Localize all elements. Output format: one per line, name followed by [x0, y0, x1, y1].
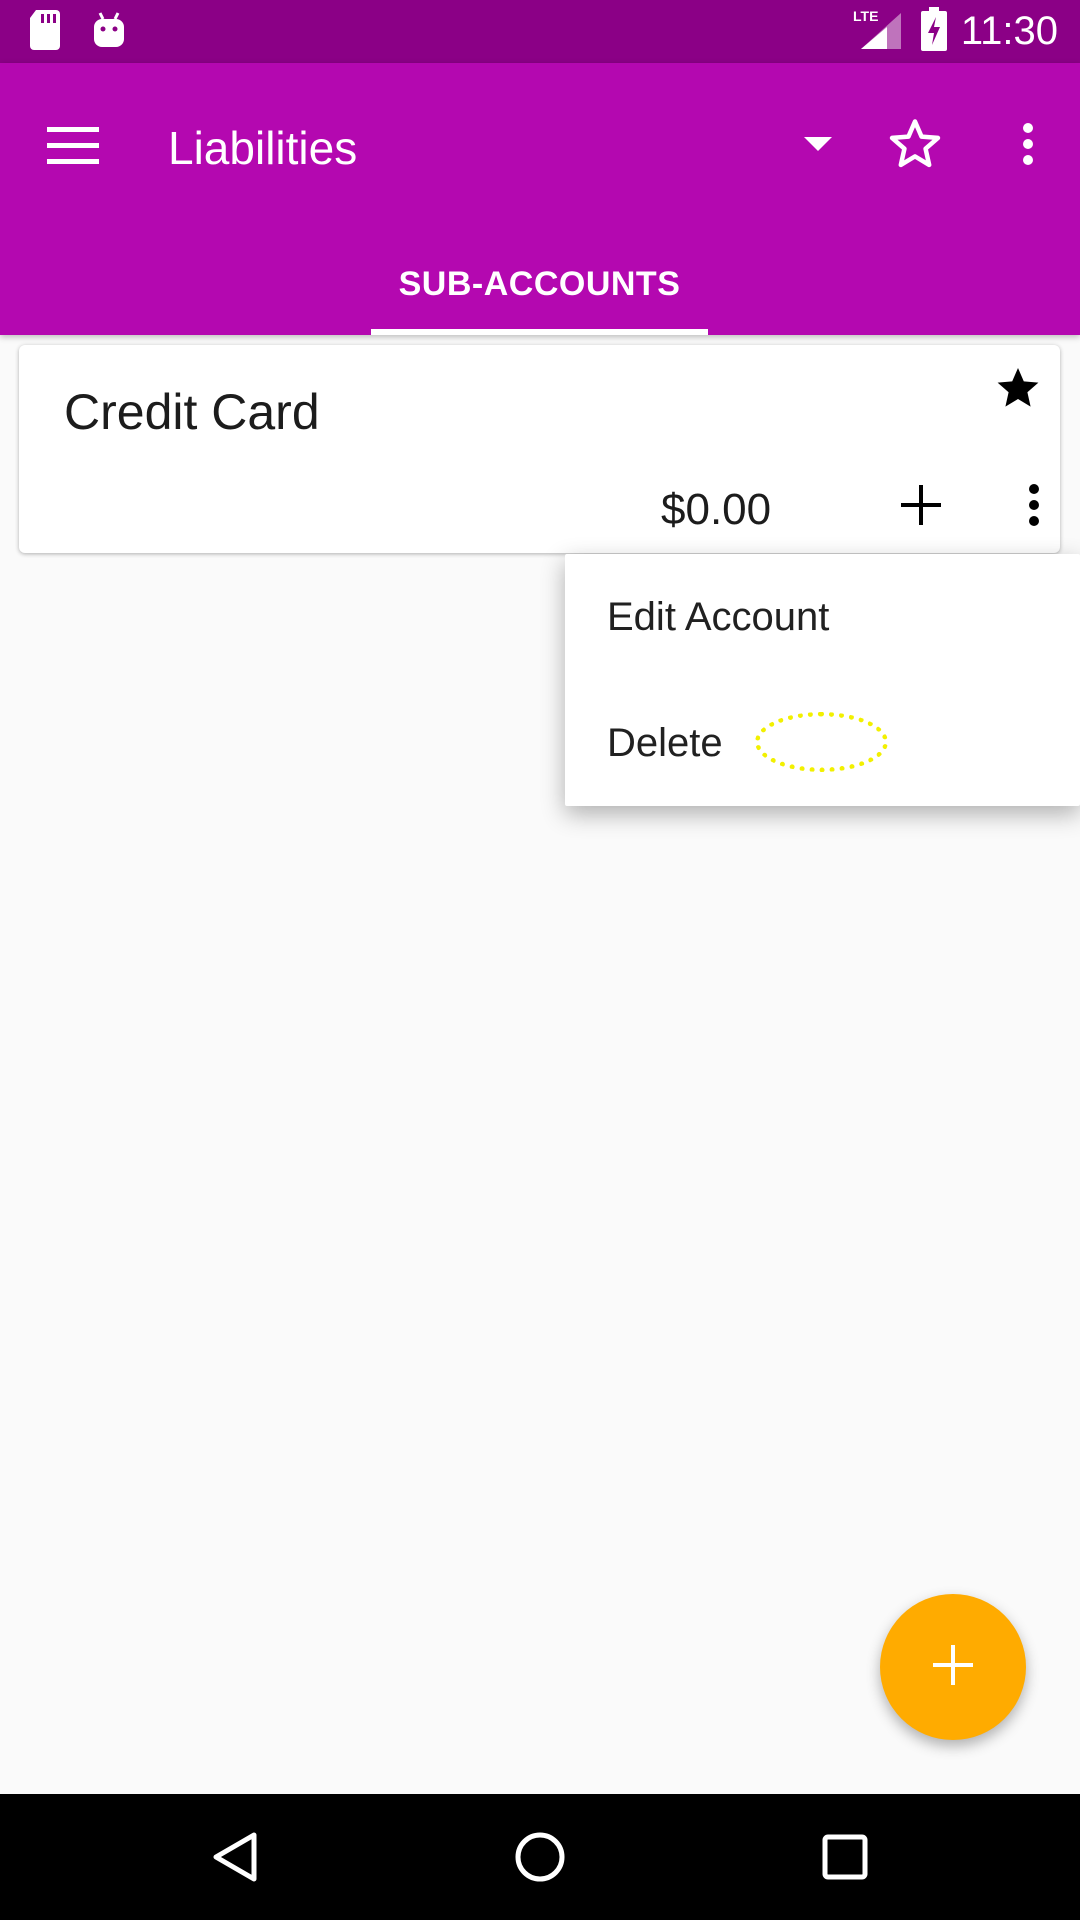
home-icon	[514, 1831, 566, 1888]
recents-button[interactable]	[800, 1814, 890, 1904]
overflow-menu-button[interactable]	[1000, 101, 1056, 191]
overflow-menu-icon	[1028, 483, 1040, 532]
navigation-bar	[0, 1794, 1080, 1920]
account-options-button[interactable]	[1009, 465, 1059, 549]
tab-sub-accounts[interactable]: SUB-ACCOUNTS	[371, 233, 708, 335]
account-name: Credit Card	[64, 384, 320, 440]
plus-icon	[933, 1644, 973, 1690]
back-icon	[212, 1831, 258, 1888]
account-balance: $0.00	[661, 485, 772, 534]
android-icon	[92, 11, 126, 54]
account-dropdown-button[interactable]	[790, 115, 846, 179]
account-favorite-button[interactable]	[994, 365, 1050, 421]
sd-card-icon	[30, 9, 62, 55]
battery-charging-icon	[920, 7, 947, 56]
add-account-fab[interactable]	[880, 1594, 1026, 1740]
hamburger-menu-icon	[47, 126, 99, 170]
status-time: 11:30	[960, 9, 1058, 53]
tap-indicator	[755, 712, 888, 772]
star-filled-icon	[994, 368, 1042, 415]
recents-icon	[822, 1834, 868, 1885]
menu-item-edit-account[interactable]: Edit Account	[565, 554, 1080, 680]
favorite-button[interactable]	[870, 101, 960, 191]
notification-icons	[30, 9, 126, 55]
star-outline-icon	[888, 118, 942, 175]
back-button[interactable]	[190, 1814, 280, 1904]
app-bar: Liabilities SUB-ACCOUNTS	[0, 63, 1080, 335]
tab-indicator	[371, 329, 708, 335]
add-transaction-button[interactable]	[879, 465, 963, 549]
page-title: Liabilities	[168, 122, 358, 174]
dropdown-arrow-icon	[804, 136, 832, 158]
system-icons: LTE 11:30	[853, 0, 1058, 63]
screen: LTE 11:30 Liabilities SUB-ACCOUNTS Credi…	[0, 0, 1080, 1920]
navigation-drawer-button[interactable]	[28, 103, 118, 193]
signal-icon: LTE	[853, 7, 907, 56]
network-label: LTE	[853, 8, 878, 24]
home-button[interactable]	[495, 1814, 585, 1904]
overflow-menu-icon	[1022, 122, 1034, 171]
status-bar: LTE 11:30	[0, 0, 1080, 63]
account-card[interactable]: Credit Card $0.00	[19, 345, 1060, 553]
plus-icon	[901, 484, 941, 530]
